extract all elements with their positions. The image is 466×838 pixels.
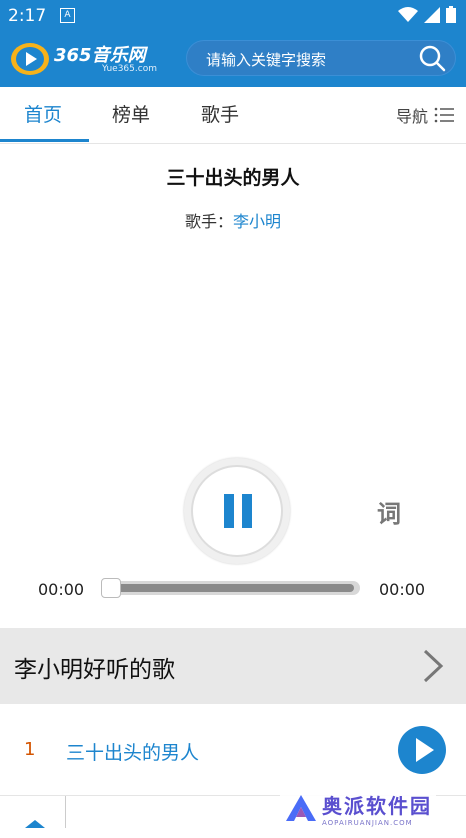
artist-prefix: 歌手：	[184, 212, 233, 231]
play-button-inner	[191, 465, 283, 557]
song-title: 三十出头的男人	[166, 167, 300, 189]
nav-menu-button[interactable]: 导航	[396, 103, 454, 127]
search-input[interactable]: 请输入关键字搜索	[186, 40, 456, 76]
search-icon[interactable]	[418, 44, 446, 72]
tab-artists[interactable]: 歌手	[201, 100, 239, 127]
song-title-link[interactable]: 三十出头的男人	[66, 738, 199, 765]
artist-line: 歌手：李小明	[0, 208, 466, 232]
section-title: 李小明好听的歌	[14, 657, 175, 683]
time-total: 00:00	[379, 580, 426, 599]
pause-icon	[224, 494, 252, 528]
status-icons	[398, 6, 456, 23]
tab-charts[interactable]: 榜单	[112, 100, 150, 127]
progress-track-inner	[110, 584, 354, 592]
notification-icon: A	[60, 8, 75, 23]
nav-label: 导航	[395, 107, 428, 126]
watermark-text: 奥派软件园	[322, 793, 432, 818]
progress-track[interactable]	[104, 581, 360, 595]
up-arrow-icon[interactable]	[20, 818, 50, 838]
chevron-right-icon	[423, 649, 444, 683]
list-item[interactable]: 1 三十出头的男人	[0, 705, 466, 796]
divider	[65, 796, 66, 828]
active-tab-indicator	[0, 139, 89, 142]
app-logo[interactable]: 365音乐网 Yue365.com	[10, 39, 157, 79]
list-menu-icon	[434, 107, 454, 123]
watermark: 奥派软件园 AOPAIRUANJIAN.COM	[280, 788, 436, 828]
status-bar: 2:17 A	[0, 0, 466, 31]
play-pause-button[interactable]	[184, 458, 290, 564]
lyrics-toggle-button[interactable]: 词	[377, 494, 401, 529]
status-time: 2:17	[8, 6, 47, 26]
time-current: 00:00	[38, 580, 85, 599]
app-header: 365音乐网 Yue365.com 请输入关键字搜索	[0, 31, 466, 87]
artist-link[interactable]: 李小明	[233, 212, 281, 231]
tab-bar: 首页 榜单 歌手 导航	[0, 87, 466, 144]
play-icon[interactable]	[398, 726, 446, 774]
logo-subtext: Yue365.com	[102, 64, 157, 74]
search-placeholder: 请输入关键字搜索	[206, 51, 327, 69]
battery-icon	[446, 6, 456, 23]
watermark-subtext: AOPAIRUANJIAN.COM	[322, 818, 413, 827]
wifi-icon	[398, 6, 418, 22]
tab-home[interactable]: 首页	[24, 100, 62, 127]
song-index: 1	[24, 739, 36, 760]
watermark-logo-icon	[286, 795, 316, 821]
progress-thumb[interactable]	[101, 578, 121, 598]
artist-songs-header[interactable]: 李小明好听的歌	[0, 628, 466, 704]
signal-icon	[424, 6, 440, 23]
